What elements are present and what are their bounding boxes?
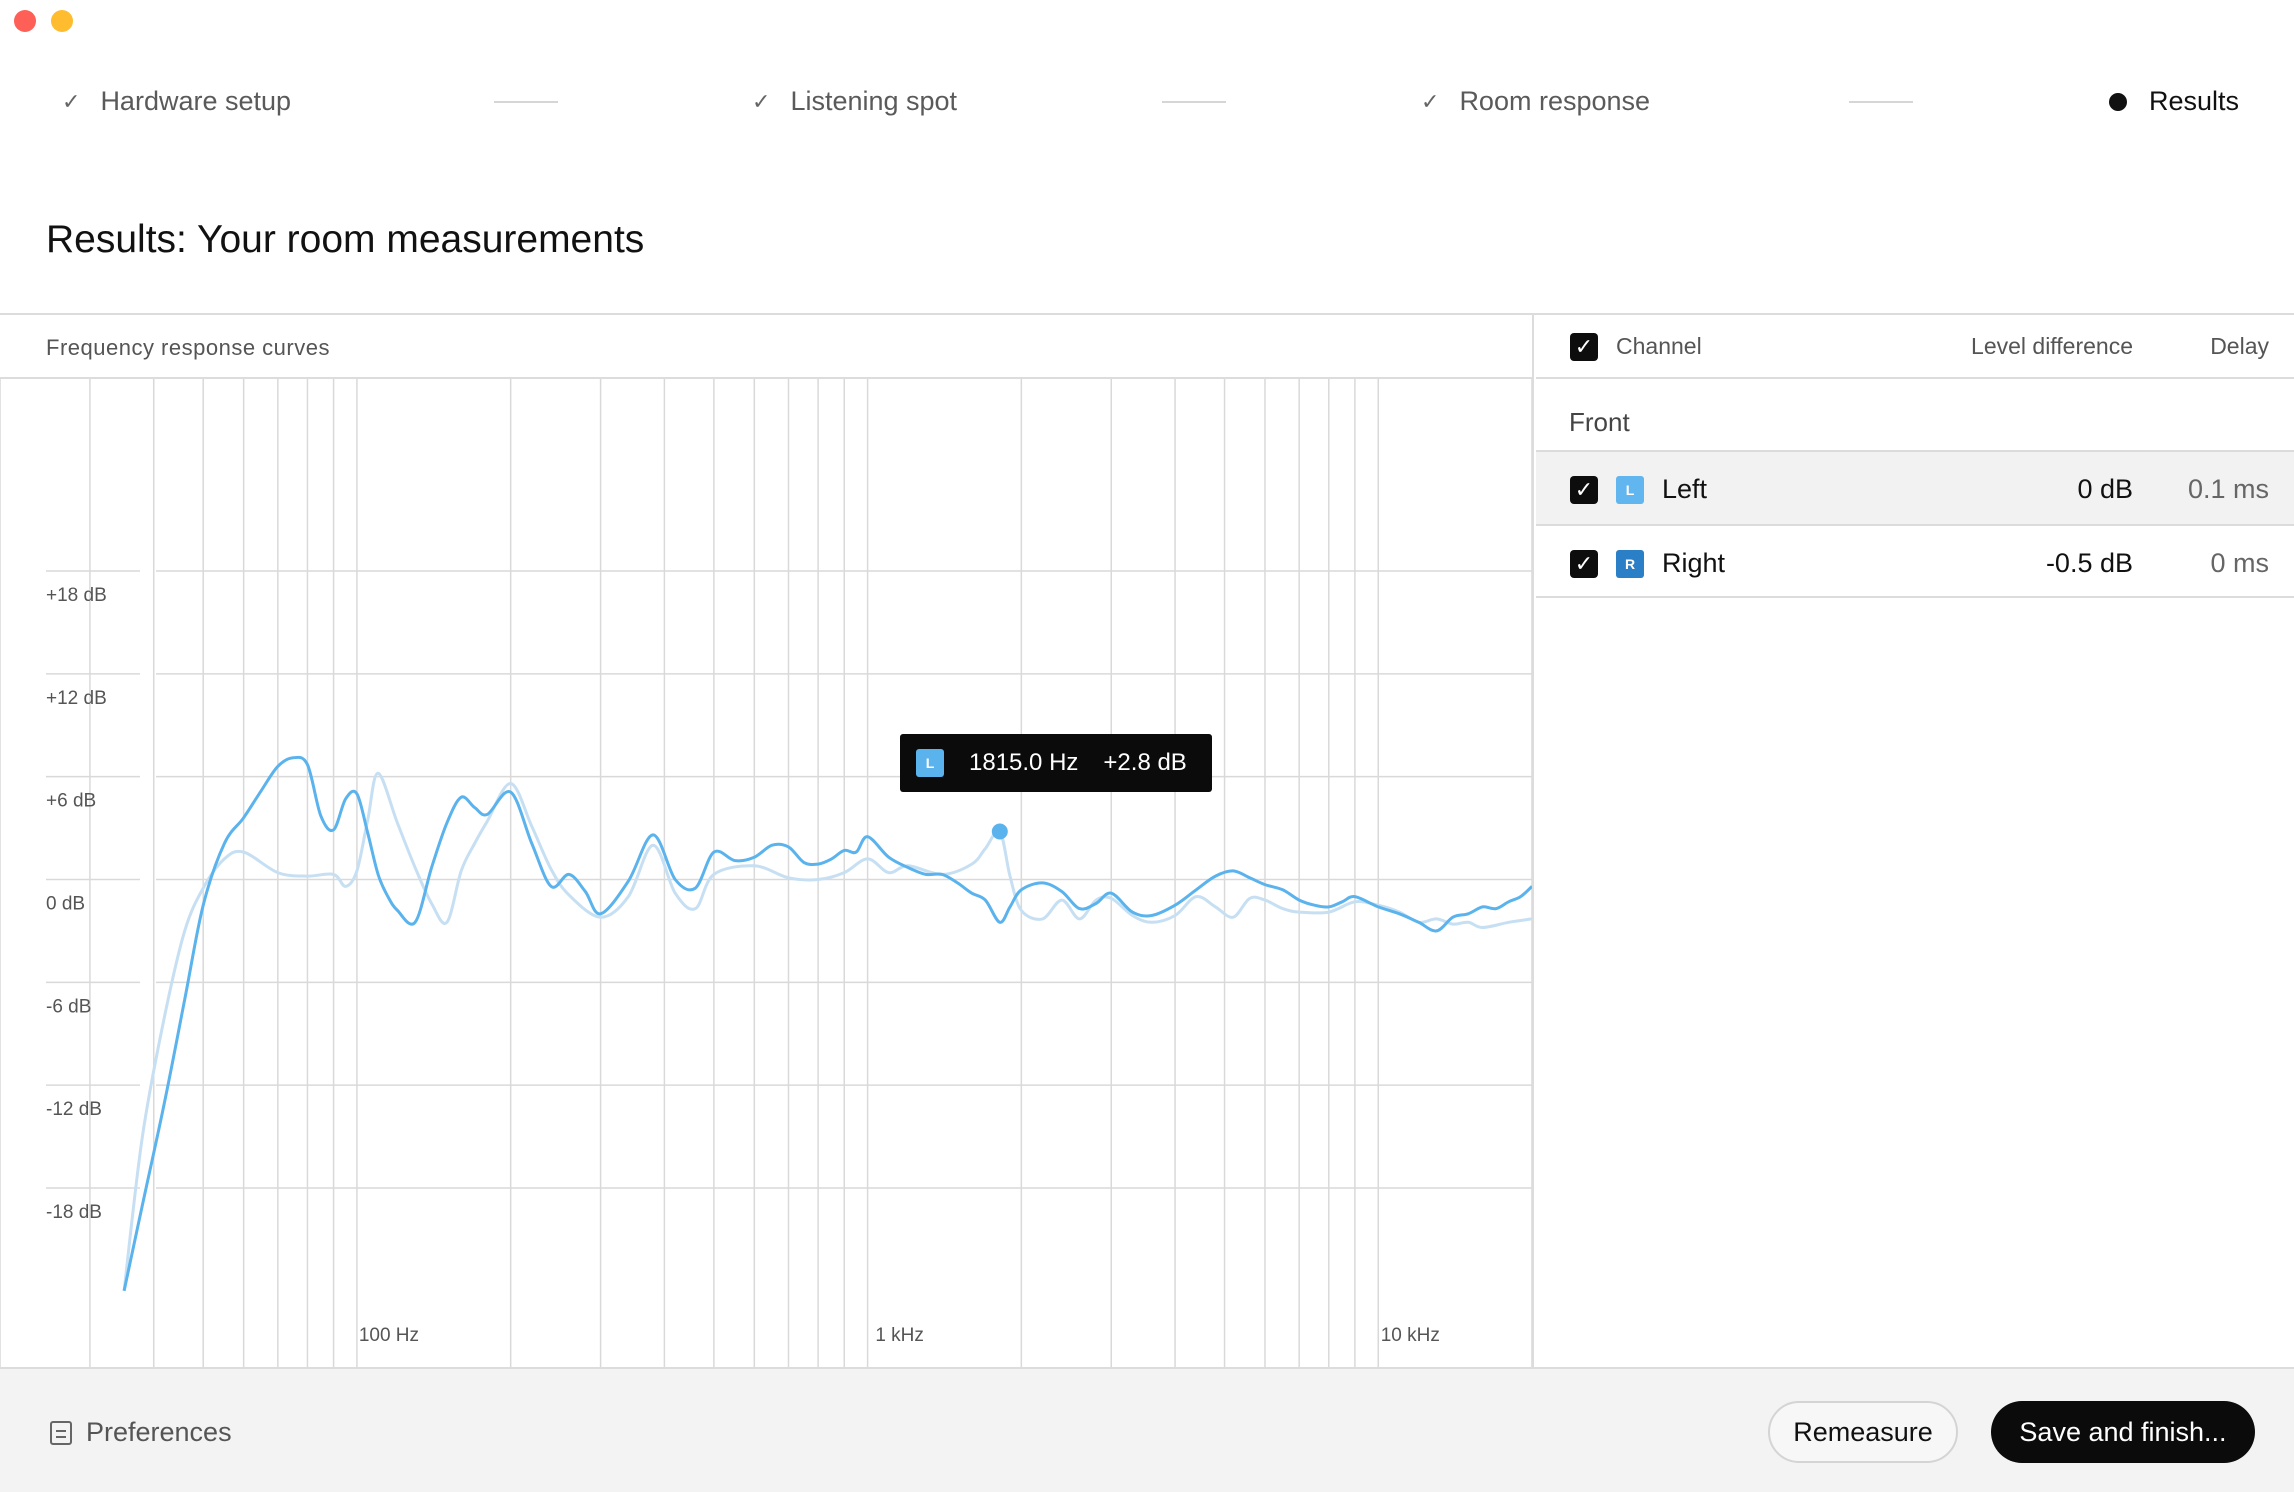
step-label: Listening spot [790,86,958,116]
column-level-difference: Level difference [1971,333,2133,359]
step-label: Results [2149,86,2240,116]
step-label: Room response [1459,86,1651,116]
minimize-window-button[interactable] [51,10,73,32]
channel-tag-r: R [1616,550,1644,578]
channel-panel: ✓ Channel Level difference Delay Front ✓… [1536,315,2294,1367]
preferences-icon [50,1420,72,1445]
close-window-button[interactable] [14,10,36,32]
select-all-checkbox[interactable]: ✓ [1570,333,1598,361]
tooltip-level: +2.8 dB [1103,749,1187,776]
channel-tag-l: L [916,749,944,777]
channel-level: 0 dB [2077,474,2133,504]
step-separator [1849,101,1913,103]
dot-icon [2109,92,2127,111]
chart-header: Frequency response curves [46,335,330,360]
series-line-r [122,771,1532,1291]
preferences-label: Preferences [86,1417,232,1447]
save-and-finish-button[interactable]: Save and finish... [1991,1401,2255,1463]
series-line-l [122,755,1532,1292]
column-channel: Channel [1616,333,1702,359]
y-tick-label: -6 dB [46,996,91,1017]
frequency-chart-panel: Frequency response curves +18 dB +12 dB +6… [0,315,1534,1367]
channel-level: -0.5 dB [2045,548,2133,578]
channel-table-header: ✓ Channel Level difference Delay [1536,315,2294,379]
channel-delay: 0 ms [2210,548,2269,578]
step-room-response[interactable]: ✓ Room response [1421,86,1650,117]
channel-row-left[interactable]: ✓ L Left 0 dB 0.1 ms [1536,450,2294,524]
step-listening-spot[interactable]: ✓ Listening spot [752,86,957,117]
step-separator [1162,101,1226,103]
channel-name: Right [1662,548,1726,578]
channel-delay: 0.1 ms [2187,474,2269,504]
chart-grid [0,379,1532,1367]
group-label-front: Front [1569,407,1630,437]
step-results[interactable]: Results [2109,86,2239,117]
x-tick-label: 10 kHz [1381,1325,1440,1346]
highlight-point [991,823,1008,840]
step-separator [494,101,558,103]
footer-bar: Preferences Remeasure Save and finish... [0,1367,2294,1492]
step-label: Hardware setup [100,86,292,116]
channel-name: Left [1662,474,1708,504]
point-tooltip: L 1815.0 Hz +2.8 dB [900,734,1212,792]
remeasure-button[interactable]: Remeasure [1768,1401,1958,1463]
x-tick-label: 1 kHz [875,1325,924,1346]
channel-tag-l: L [1616,476,1644,504]
tooltip-frequency: 1815.0 Hz [969,749,1079,776]
channel-left-checkbox[interactable]: ✓ [1570,476,1598,504]
check-icon: ✓ [62,88,81,114]
y-tick-label: -18 dB [46,1202,102,1223]
x-tick-label: 100 Hz [359,1325,419,1346]
check-icon: ✓ [752,88,771,114]
window-controls [14,10,73,32]
setup-stepper: ✓ Hardware setup ✓ Listening spot ✓ Room… [0,70,2294,134]
step-hardware-setup[interactable]: ✓ Hardware setup [62,86,291,117]
y-tick-label: +12 dB [46,688,107,709]
column-delay: Delay [2210,333,2269,359]
y-tick-label: -12 dB [46,1099,102,1120]
check-icon: ✓ [1421,88,1440,114]
y-tick-label: +18 dB [46,585,107,606]
page-title: Results: Your room measurements [46,218,645,261]
channel-right-checkbox[interactable]: ✓ [1570,550,1598,578]
frequency-response-chart[interactable]: +18 dB +12 dB +6 dB 0 dB -6 dB -12 dB -18 dB 10… [0,379,1532,1367]
y-tick-label: +6 dB [46,791,96,812]
channel-row-right[interactable]: ✓ R Right -0.5 dB 0 ms [1536,524,2294,598]
y-tick-label: 0 dB [46,894,85,915]
preferences-button[interactable]: Preferences [50,1417,232,1448]
